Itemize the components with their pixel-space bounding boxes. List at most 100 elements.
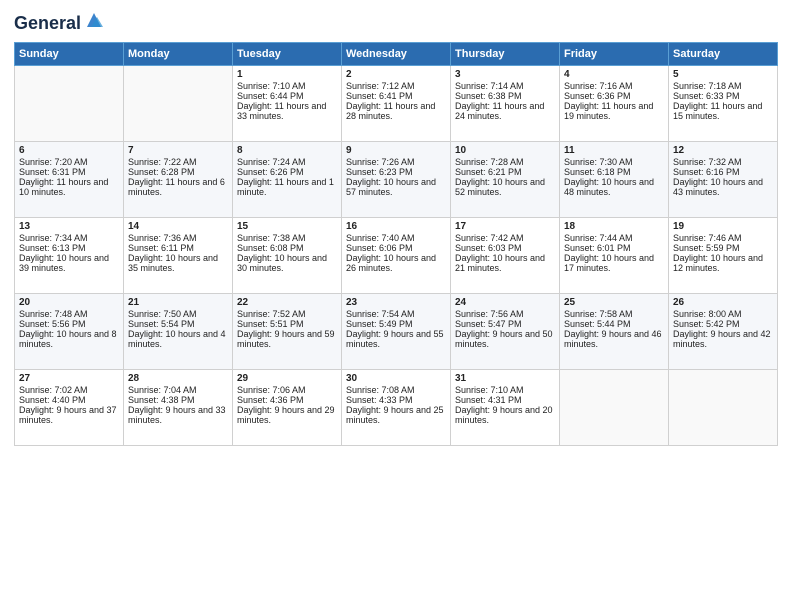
sunset: Sunset: 6:23 PM xyxy=(346,167,413,177)
sunrise: Sunrise: 7:24 AM xyxy=(237,157,306,167)
sunset: Sunset: 6:38 PM xyxy=(455,91,522,101)
sunset: Sunset: 6:03 PM xyxy=(455,243,522,253)
col-header-saturday: Saturday xyxy=(669,42,778,65)
day-cell: 12Sunrise: 7:32 AMSunset: 6:16 PMDayligh… xyxy=(669,141,778,217)
sunrise: Sunrise: 7:06 AM xyxy=(237,385,306,395)
sunset: Sunset: 6:26 PM xyxy=(237,167,304,177)
day-cell: 31Sunrise: 7:10 AMSunset: 4:31 PMDayligh… xyxy=(451,369,560,445)
sunrise: Sunrise: 7:20 AM xyxy=(19,157,88,167)
sunset: Sunset: 6:18 PM xyxy=(564,167,631,177)
day-number: 9 xyxy=(346,145,446,156)
header: General xyxy=(14,10,778,34)
day-cell: 22Sunrise: 7:52 AMSunset: 5:51 PMDayligh… xyxy=(233,293,342,369)
day-number: 16 xyxy=(346,221,446,232)
day-cell: 15Sunrise: 7:38 AMSunset: 6:08 PMDayligh… xyxy=(233,217,342,293)
day-cell: 7Sunrise: 7:22 AMSunset: 6:28 PMDaylight… xyxy=(124,141,233,217)
day-number: 21 xyxy=(128,297,228,308)
day-cell xyxy=(15,65,124,141)
day-number: 6 xyxy=(19,145,119,156)
sunrise: Sunrise: 7:34 AM xyxy=(19,233,88,243)
daylight: Daylight: 9 hours and 42 minutes. xyxy=(673,329,771,349)
col-header-thursday: Thursday xyxy=(451,42,560,65)
sunrise: Sunrise: 7:54 AM xyxy=(346,309,415,319)
sunset: Sunset: 6:08 PM xyxy=(237,243,304,253)
day-number: 23 xyxy=(346,297,446,308)
sunset: Sunset: 5:42 PM xyxy=(673,319,740,329)
day-cell: 2Sunrise: 7:12 AMSunset: 6:41 PMDaylight… xyxy=(342,65,451,141)
daylight: Daylight: 9 hours and 37 minutes. xyxy=(19,405,117,425)
day-number: 22 xyxy=(237,297,337,308)
day-cell: 23Sunrise: 7:54 AMSunset: 5:49 PMDayligh… xyxy=(342,293,451,369)
day-number: 11 xyxy=(564,145,664,156)
daylight: Daylight: 10 hours and 21 minutes. xyxy=(455,253,545,273)
sunset: Sunset: 6:06 PM xyxy=(346,243,413,253)
sunset: Sunset: 4:40 PM xyxy=(19,395,86,405)
day-number: 17 xyxy=(455,221,555,232)
day-cell: 1Sunrise: 7:10 AMSunset: 6:44 PMDaylight… xyxy=(233,65,342,141)
day-cell: 18Sunrise: 7:44 AMSunset: 6:01 PMDayligh… xyxy=(560,217,669,293)
daylight: Daylight: 10 hours and 43 minutes. xyxy=(673,177,763,197)
sunrise: Sunrise: 7:22 AM xyxy=(128,157,197,167)
sunrise: Sunrise: 7:46 AM xyxy=(673,233,742,243)
day-cell: 14Sunrise: 7:36 AMSunset: 6:11 PMDayligh… xyxy=(124,217,233,293)
daylight: Daylight: 9 hours and 55 minutes. xyxy=(346,329,444,349)
daylight: Daylight: 11 hours and 10 minutes. xyxy=(19,177,108,197)
day-cell: 20Sunrise: 7:48 AMSunset: 5:56 PMDayligh… xyxy=(15,293,124,369)
sunset: Sunset: 6:31 PM xyxy=(19,167,86,177)
day-cell: 16Sunrise: 7:40 AMSunset: 6:06 PMDayligh… xyxy=(342,217,451,293)
day-cell: 24Sunrise: 7:56 AMSunset: 5:47 PMDayligh… xyxy=(451,293,560,369)
sunset: Sunset: 6:13 PM xyxy=(19,243,86,253)
day-number: 13 xyxy=(19,221,119,232)
day-cell: 9Sunrise: 7:26 AMSunset: 6:23 PMDaylight… xyxy=(342,141,451,217)
day-number: 10 xyxy=(455,145,555,156)
sunset: Sunset: 5:51 PM xyxy=(237,319,304,329)
sunrise: Sunrise: 7:56 AM xyxy=(455,309,524,319)
day-number: 2 xyxy=(346,69,446,80)
sunset: Sunset: 6:44 PM xyxy=(237,91,304,101)
day-cell: 3Sunrise: 7:14 AMSunset: 6:38 PMDaylight… xyxy=(451,65,560,141)
day-number: 31 xyxy=(455,373,555,384)
logo: General xyxy=(14,14,105,34)
col-header-sunday: Sunday xyxy=(15,42,124,65)
week-row-5: 27Sunrise: 7:02 AMSunset: 4:40 PMDayligh… xyxy=(15,369,778,445)
sunrise: Sunrise: 7:14 AM xyxy=(455,81,524,91)
sunset: Sunset: 5:44 PM xyxy=(564,319,631,329)
daylight: Daylight: 11 hours and 33 minutes. xyxy=(237,101,326,121)
day-number: 1 xyxy=(237,69,337,80)
day-cell: 4Sunrise: 7:16 AMSunset: 6:36 PMDaylight… xyxy=(560,65,669,141)
col-header-monday: Monday xyxy=(124,42,233,65)
day-number: 8 xyxy=(237,145,337,156)
day-cell: 26Sunrise: 8:00 AMSunset: 5:42 PMDayligh… xyxy=(669,293,778,369)
day-cell: 13Sunrise: 7:34 AMSunset: 6:13 PMDayligh… xyxy=(15,217,124,293)
daylight: Daylight: 11 hours and 15 minutes. xyxy=(673,101,762,121)
daylight: Daylight: 10 hours and 26 minutes. xyxy=(346,253,436,273)
sunset: Sunset: 4:36 PM xyxy=(237,395,304,405)
daylight: Daylight: 10 hours and 57 minutes. xyxy=(346,177,436,197)
sunrise: Sunrise: 7:50 AM xyxy=(128,309,197,319)
day-number: 18 xyxy=(564,221,664,232)
day-cell xyxy=(560,369,669,445)
sunrise: Sunrise: 7:38 AM xyxy=(237,233,306,243)
sunset: Sunset: 6:36 PM xyxy=(564,91,631,101)
day-cell xyxy=(124,65,233,141)
daylight: Daylight: 9 hours and 50 minutes. xyxy=(455,329,553,349)
calendar-table: SundayMondayTuesdayWednesdayThursdayFrid… xyxy=(14,42,778,446)
daylight: Daylight: 9 hours and 33 minutes. xyxy=(128,405,226,425)
daylight: Daylight: 9 hours and 20 minutes. xyxy=(455,405,553,425)
sunset: Sunset: 4:31 PM xyxy=(455,395,522,405)
page-container: General SundayMondayTuesdayWednesdayThur… xyxy=(0,0,792,454)
daylight: Daylight: 10 hours and 30 minutes. xyxy=(237,253,327,273)
daylight: Daylight: 10 hours and 48 minutes. xyxy=(564,177,654,197)
day-cell: 19Sunrise: 7:46 AMSunset: 5:59 PMDayligh… xyxy=(669,217,778,293)
sunrise: Sunrise: 7:30 AM xyxy=(564,157,633,167)
day-number: 30 xyxy=(346,373,446,384)
week-row-2: 6Sunrise: 7:20 AMSunset: 6:31 PMDaylight… xyxy=(15,141,778,217)
sunrise: Sunrise: 7:10 AM xyxy=(455,385,524,395)
day-cell: 6Sunrise: 7:20 AMSunset: 6:31 PMDaylight… xyxy=(15,141,124,217)
sunset: Sunset: 5:56 PM xyxy=(19,319,86,329)
day-number: 24 xyxy=(455,297,555,308)
sunset: Sunset: 4:33 PM xyxy=(346,395,413,405)
day-number: 3 xyxy=(455,69,555,80)
col-header-wednesday: Wednesday xyxy=(342,42,451,65)
day-cell: 27Sunrise: 7:02 AMSunset: 4:40 PMDayligh… xyxy=(15,369,124,445)
